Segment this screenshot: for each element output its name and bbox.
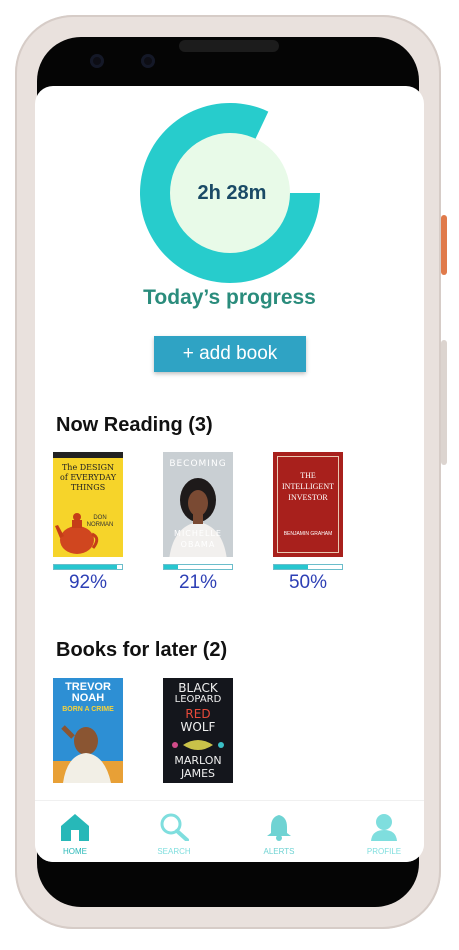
volume-button [441, 340, 447, 465]
nav-label: PROFILE [366, 847, 402, 856]
book-cover: BECOMING MICHELLE OBAMA [163, 452, 233, 557]
nav-home[interactable]: HOME [35, 813, 115, 856]
cover-author-first: MARLON [174, 754, 222, 767]
power-button [441, 215, 447, 275]
nav-label: SEARCH [157, 847, 191, 856]
cover-author-first: MICHELLE [174, 529, 222, 538]
book-black-leopard-red-wolf[interactable]: BLACK LEOPARD RED WOLF MARLON JAMES [163, 678, 233, 783]
book-becoming[interactable]: BECOMING MICHELLE OBAMA 21% [163, 452, 233, 593]
search-icon [160, 813, 189, 842]
speaker-grille [179, 40, 279, 52]
cover-title-line: INTELLIGENT [282, 482, 334, 491]
book-progress-percent: 50% [288, 572, 328, 593]
cover-title-line: BLACK [178, 681, 218, 695]
book-born-a-crime[interactable]: TREVOR NOAH BORN A CRIME [53, 678, 123, 783]
cover-author-last: NOAH [71, 692, 105, 704]
nav-label: HOME [63, 847, 87, 856]
front-camera [141, 54, 155, 68]
book-progress-fill [54, 565, 117, 569]
cover-author: BENJAMIN GRAHAM [283, 531, 333, 537]
cover-title: BECOMING [169, 459, 227, 469]
bell-icon [267, 815, 291, 841]
nav-profile[interactable]: PROFILE [344, 813, 424, 856]
book-cover: BLACK LEOPARD RED WOLF MARLON JAMES [163, 678, 233, 783]
cover-author-last: OBAMA [180, 540, 216, 549]
book-progress-percent: 21% [178, 572, 218, 593]
book-cover: The DESIGN of EVERYDAY THINGS DON NORMAN [53, 452, 123, 557]
progress-title: Today’s progress [143, 286, 316, 309]
home-icon [61, 814, 89, 841]
daily-progress-ring: 2h 28m [139, 100, 325, 286]
book-progress-fill [164, 565, 179, 569]
book-cover: THE INTELLIGENT INVESTOR BENJAMIN GRAHAM [273, 452, 343, 557]
app-screen: 2h 28m Today’s progress + add book Now R… [35, 86, 424, 862]
book-progress-bar [273, 564, 343, 570]
cover-author-first: DON [93, 515, 107, 521]
cover-title-line: LEOPARD [174, 694, 222, 705]
book-progress-bar [163, 564, 233, 570]
add-book-button[interactable]: + add book [154, 336, 306, 372]
cover-title-line: INVESTOR [288, 493, 328, 502]
reading-time: 2h 28m [197, 181, 267, 204]
book-progress-fill [274, 565, 308, 569]
user-icon [371, 814, 397, 841]
books-for-later-title: Books for later (2) [56, 639, 228, 661]
cover-title-line: The DESIGN [61, 463, 115, 472]
bottom-navigation: HOME SEARCH ALERTS PROFILE [35, 800, 424, 862]
cover-title-line: THE [300, 471, 316, 480]
book-progress-percent: 92% [68, 572, 108, 593]
book-cover: TREVOR NOAH BORN A CRIME [53, 678, 123, 783]
cover-title-line: WOLF [180, 720, 216, 734]
sensor-dot [90, 54, 104, 68]
portrait-illustration [53, 725, 123, 783]
book-progress-bar [53, 564, 123, 570]
now-reading-title: Now Reading (3) [56, 414, 213, 436]
cover-title-line: of EVERYDAY [60, 473, 116, 482]
nav-search[interactable]: SEARCH [134, 813, 214, 856]
cover-title-line: RED [185, 707, 211, 721]
cover-author-last: JAMES [181, 767, 215, 780]
nav-label: ALERTS [263, 847, 295, 856]
cover-title: BORN A CRIME [62, 706, 114, 713]
nav-alerts[interactable]: ALERTS [239, 813, 319, 856]
book-design-everyday-things[interactable]: The DESIGN of EVERYDAY THINGS DON NORMAN… [53, 452, 123, 593]
book-intelligent-investor[interactable]: THE INTELLIGENT INVESTOR BENJAMIN GRAHAM… [273, 452, 343, 593]
cover-author-last: NORMAN [86, 522, 114, 528]
cover-title-line: THINGS [70, 483, 106, 492]
cover-ornament [172, 740, 224, 750]
